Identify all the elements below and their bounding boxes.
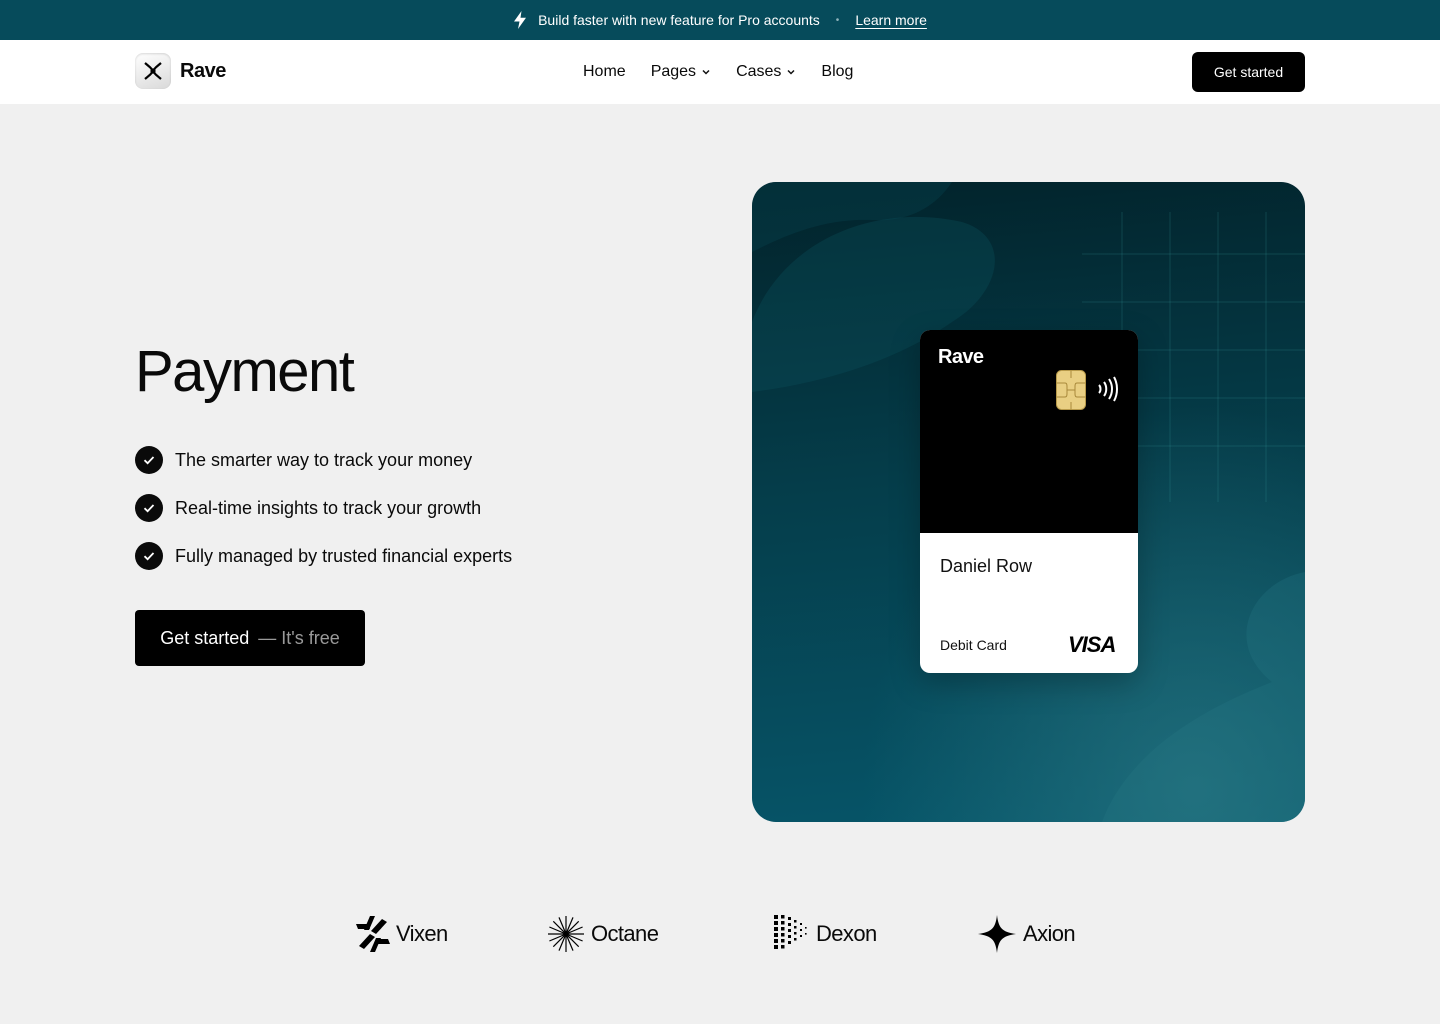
hero-cta-note: — It's free xyxy=(258,627,340,648)
partner-logos: Vixen Octane Dexon Axion xyxy=(0,906,1440,962)
feature-item: Real-time insights to track your growth xyxy=(135,494,512,522)
announcement-bar: Build faster with new feature for Pro ac… xyxy=(0,0,1440,40)
rave-logo-icon xyxy=(135,53,171,89)
octane-logo-icon xyxy=(548,916,584,952)
nav-item-label: Pages xyxy=(650,63,697,80)
axion-logo-icon xyxy=(978,915,1016,953)
nav-item-blog[interactable]: Blog xyxy=(821,63,853,81)
nav-item-label: Home xyxy=(583,63,626,80)
debit-card: Rave Daniel Row Debit Card VISA xyxy=(920,330,1138,673)
partner-dexon: Dexon xyxy=(774,906,877,962)
hero-get-started-button[interactable]: Get started — It's free xyxy=(135,610,365,666)
nav-item-pages[interactable]: Pages xyxy=(651,63,711,81)
lightning-icon xyxy=(514,11,527,29)
check-icon xyxy=(135,446,163,474)
dexon-logo-icon xyxy=(774,915,807,949)
card-holder-name: Daniel Row xyxy=(940,556,1033,576)
announcement-separator: • xyxy=(835,14,840,26)
feature-item: The smarter way to track your money xyxy=(135,446,512,474)
nav-item-label: Blog xyxy=(821,63,854,80)
chevron-down-icon xyxy=(702,69,710,75)
feature-list: The smarter way to track your money Real… xyxy=(135,446,512,590)
partner-vixen: Vixen xyxy=(356,906,448,962)
nav-item-home[interactable]: Home xyxy=(583,63,626,81)
main-menu: Home Pages Cases Blog xyxy=(583,40,853,104)
learn-more-link[interactable]: Learn more xyxy=(855,12,927,28)
chevron-down-icon xyxy=(787,69,795,75)
card-type: Debit Card xyxy=(940,637,1007,653)
hero-cta-label: Get started xyxy=(160,627,250,648)
logo[interactable]: Rave xyxy=(135,53,226,89)
feature-text: The smarter way to track your money xyxy=(175,449,473,470)
feature-text: Fully managed by trusted financial exper… xyxy=(175,545,513,566)
chip-icon xyxy=(1056,370,1086,410)
announcement-text: Build faster with new feature for Pro ac… xyxy=(538,12,820,28)
partner-axion: Axion xyxy=(977,906,1076,962)
card-brand: Rave xyxy=(938,346,984,368)
nav-item-label: Cases xyxy=(736,63,782,80)
feature-text: Real-time insights to track your growth xyxy=(175,497,482,518)
feature-item: Fully managed by trusted financial exper… xyxy=(135,542,512,570)
partner-name: Dexon xyxy=(816,921,877,946)
partner-octane: Octane xyxy=(547,906,659,962)
logo-text: Rave xyxy=(180,59,226,82)
top-navigation: Rave Home Pages Cases Blog Get started xyxy=(0,40,1440,104)
contactless-icon xyxy=(1098,376,1118,402)
card-face: Rave xyxy=(920,330,1138,533)
partner-name: Axion xyxy=(1023,921,1076,946)
check-icon xyxy=(135,494,163,522)
partner-name: Octane xyxy=(591,921,659,946)
hero-title: Payment xyxy=(135,339,355,404)
check-icon xyxy=(135,542,163,570)
vixen-logo-icon xyxy=(356,916,390,952)
nav-item-cases[interactable]: Cases xyxy=(736,63,796,81)
partner-name: Vixen xyxy=(396,921,448,946)
visa-logo: VISA xyxy=(1068,632,1116,657)
get-started-button[interactable]: Get started xyxy=(1192,52,1305,92)
